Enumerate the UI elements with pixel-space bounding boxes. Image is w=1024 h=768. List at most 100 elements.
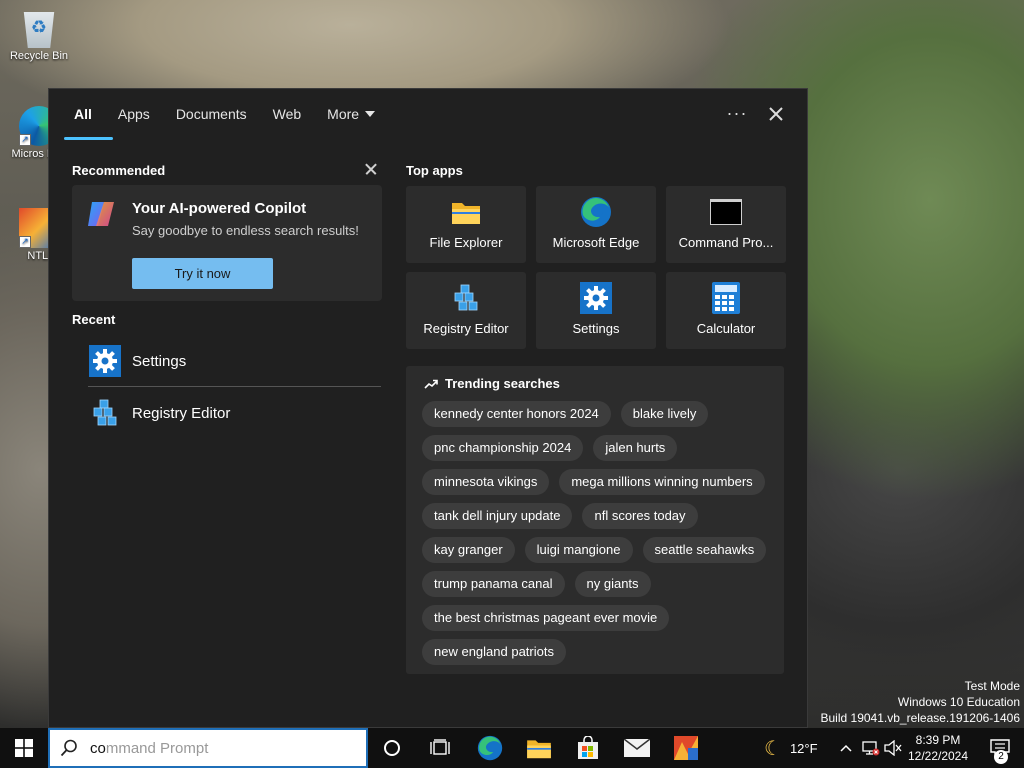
trending-title: Trending searches xyxy=(445,376,560,391)
tab-label: Apps xyxy=(117,106,150,122)
trending-chip[interactable]: pnc championship 2024 xyxy=(422,435,584,461)
copilot-icon xyxy=(88,202,114,226)
taskbar-file-explorer[interactable] xyxy=(515,728,563,768)
network-tray-button[interactable] xyxy=(862,728,880,768)
copilot-title: Your AI-powered Copilot xyxy=(132,200,307,217)
desktop-icon-recycle-bin[interactable]: Recycle Bin xyxy=(4,8,74,62)
top-app-label: Microsoft Edge xyxy=(552,235,640,250)
top-app-file-explorer[interactable]: File Explorer xyxy=(406,186,526,263)
tab-web[interactable]: Web xyxy=(260,105,315,139)
tab-documents[interactable]: Documents xyxy=(163,105,260,139)
top-app-microsoft-edge[interactable]: Microsoft Edge xyxy=(536,186,656,263)
weather-temperature: 12°F xyxy=(789,740,818,756)
copilot-card: Your AI-powered Copilot Say goodbye to e… xyxy=(72,185,382,301)
top-app-calculator[interactable]: Calculator xyxy=(666,272,786,349)
show-hidden-icons-button[interactable] xyxy=(840,728,852,768)
system-clock[interactable]: 8:39 PM 12/22/2024 xyxy=(900,732,976,764)
close-button[interactable] xyxy=(767,105,785,123)
recent-item-label: Settings xyxy=(132,352,187,370)
trending-chip[interactable]: blake lively xyxy=(620,401,709,427)
taskbar-edge[interactable] xyxy=(466,728,514,768)
try-it-now-button[interactable]: Try it now xyxy=(132,258,273,289)
clock-date: 12/22/2024 xyxy=(907,749,969,763)
chevron-up-icon xyxy=(840,744,852,752)
windows-logo-icon xyxy=(15,739,33,757)
trending-chip[interactable]: nfl scores today xyxy=(582,503,698,529)
shortcut-arrow-icon: ↗ xyxy=(19,134,31,146)
command-prompt-icon xyxy=(710,196,742,228)
search-icon xyxy=(60,739,77,757)
tab-more[interactable]: More xyxy=(314,105,388,139)
taskbar-mail[interactable] xyxy=(613,728,661,768)
taskbar-search-box[interactable]: command Prompt xyxy=(48,728,368,768)
ntlite-icon xyxy=(674,736,698,760)
weather-widget[interactable]: ☾ 12°F xyxy=(764,728,818,768)
taskbar-ntlite[interactable] xyxy=(662,728,710,768)
search-panel: All Apps Documents Web More ··· Recommen… xyxy=(48,88,808,728)
top-app-label: Calculator xyxy=(696,321,756,336)
trending-chip[interactable]: trump panama canal xyxy=(422,571,565,597)
trending-chip[interactable]: seattle seahawks xyxy=(642,537,767,563)
trending-chip[interactable]: the best christmas pageant ever movie xyxy=(422,605,670,631)
top-app-settings[interactable]: Settings xyxy=(536,272,656,349)
clock-time: 8:39 PM xyxy=(915,733,961,747)
watermark-line: Test Mode xyxy=(964,679,1020,693)
top-app-command-prompt[interactable]: Command Pro... xyxy=(666,186,786,263)
more-options-button[interactable]: ··· xyxy=(725,103,749,124)
cortana-button[interactable] xyxy=(368,728,416,768)
tab-label: More xyxy=(327,106,360,122)
desktop-icon-label: Recycle Bin xyxy=(9,50,69,62)
network-disconnected-icon xyxy=(862,741,880,756)
calculator-icon xyxy=(710,282,742,314)
shortcut-arrow-icon: ↗ xyxy=(19,236,31,248)
gear-icon xyxy=(580,282,612,314)
divider xyxy=(88,386,381,387)
trending-chips: kennedy center honors 2024 blake lively … xyxy=(422,401,772,665)
tab-apps[interactable]: Apps xyxy=(105,105,163,139)
top-app-label: File Explorer xyxy=(429,235,503,250)
taskbar: command Prompt ☾ 12°F 8:39 PM 12/22/2024… xyxy=(0,728,1024,768)
trending-chip[interactable]: ny giants xyxy=(574,571,651,597)
search-autocomplete: command Prompt xyxy=(90,740,208,757)
folder-icon xyxy=(450,196,482,228)
trending-chip[interactable]: new england patriots xyxy=(422,639,566,665)
mail-icon xyxy=(624,739,650,757)
copilot-subtitle: Say goodbye to endless search results! xyxy=(132,223,359,238)
task-view-button[interactable] xyxy=(416,728,464,768)
trending-chip[interactable]: mega millions winning numbers xyxy=(559,469,765,495)
edge-icon xyxy=(477,735,503,761)
watermark-line: Windows 10 Education xyxy=(897,695,1020,709)
tab-all[interactable]: All xyxy=(61,105,113,140)
start-button[interactable] xyxy=(0,728,48,768)
search-tabs: All Apps Documents Web More xyxy=(61,105,388,143)
search-typed-text: co xyxy=(90,740,106,757)
trending-chip[interactable]: luigi mangione xyxy=(524,537,633,563)
recent-item-settings[interactable]: Settings xyxy=(73,337,381,385)
notification-count-badge: 2 xyxy=(994,750,1008,764)
moon-icon: ☾ xyxy=(764,736,782,760)
task-view-icon xyxy=(430,739,450,755)
top-app-registry-editor[interactable]: Registry Editor xyxy=(406,272,526,349)
edge-icon xyxy=(580,196,612,228)
search-suggestion-text: mmand Prompt xyxy=(105,740,209,757)
folder-icon xyxy=(527,740,551,759)
top-app-label: Command Pro... xyxy=(678,235,774,250)
top-app-label: Registry Editor xyxy=(423,321,509,336)
dismiss-recommended-button[interactable] xyxy=(364,162,378,176)
chevron-down-icon xyxy=(365,111,376,117)
top-apps-title: Top apps xyxy=(406,163,463,178)
store-icon xyxy=(578,736,598,759)
trending-chip[interactable]: kay granger xyxy=(422,537,515,563)
recent-item-label: Registry Editor xyxy=(132,404,231,422)
trending-chip[interactable]: minnesota vikings xyxy=(422,469,550,495)
test-mode-watermark: Test Mode Windows 10 Education Build 190… xyxy=(821,678,1021,726)
taskbar-store[interactable] xyxy=(564,728,612,768)
watermark-line: Build 19041.vb_release.191206-1406 xyxy=(820,711,1021,725)
recycle-bin-icon xyxy=(23,12,55,48)
gear-icon xyxy=(88,344,122,378)
trending-chip[interactable]: jalen hurts xyxy=(593,435,678,461)
trending-chip[interactable]: tank dell injury update xyxy=(422,503,573,529)
registry-editor-icon xyxy=(450,282,482,314)
trending-chip[interactable]: kennedy center honors 2024 xyxy=(422,401,611,427)
recent-item-registry-editor[interactable]: Registry Editor xyxy=(73,389,381,437)
